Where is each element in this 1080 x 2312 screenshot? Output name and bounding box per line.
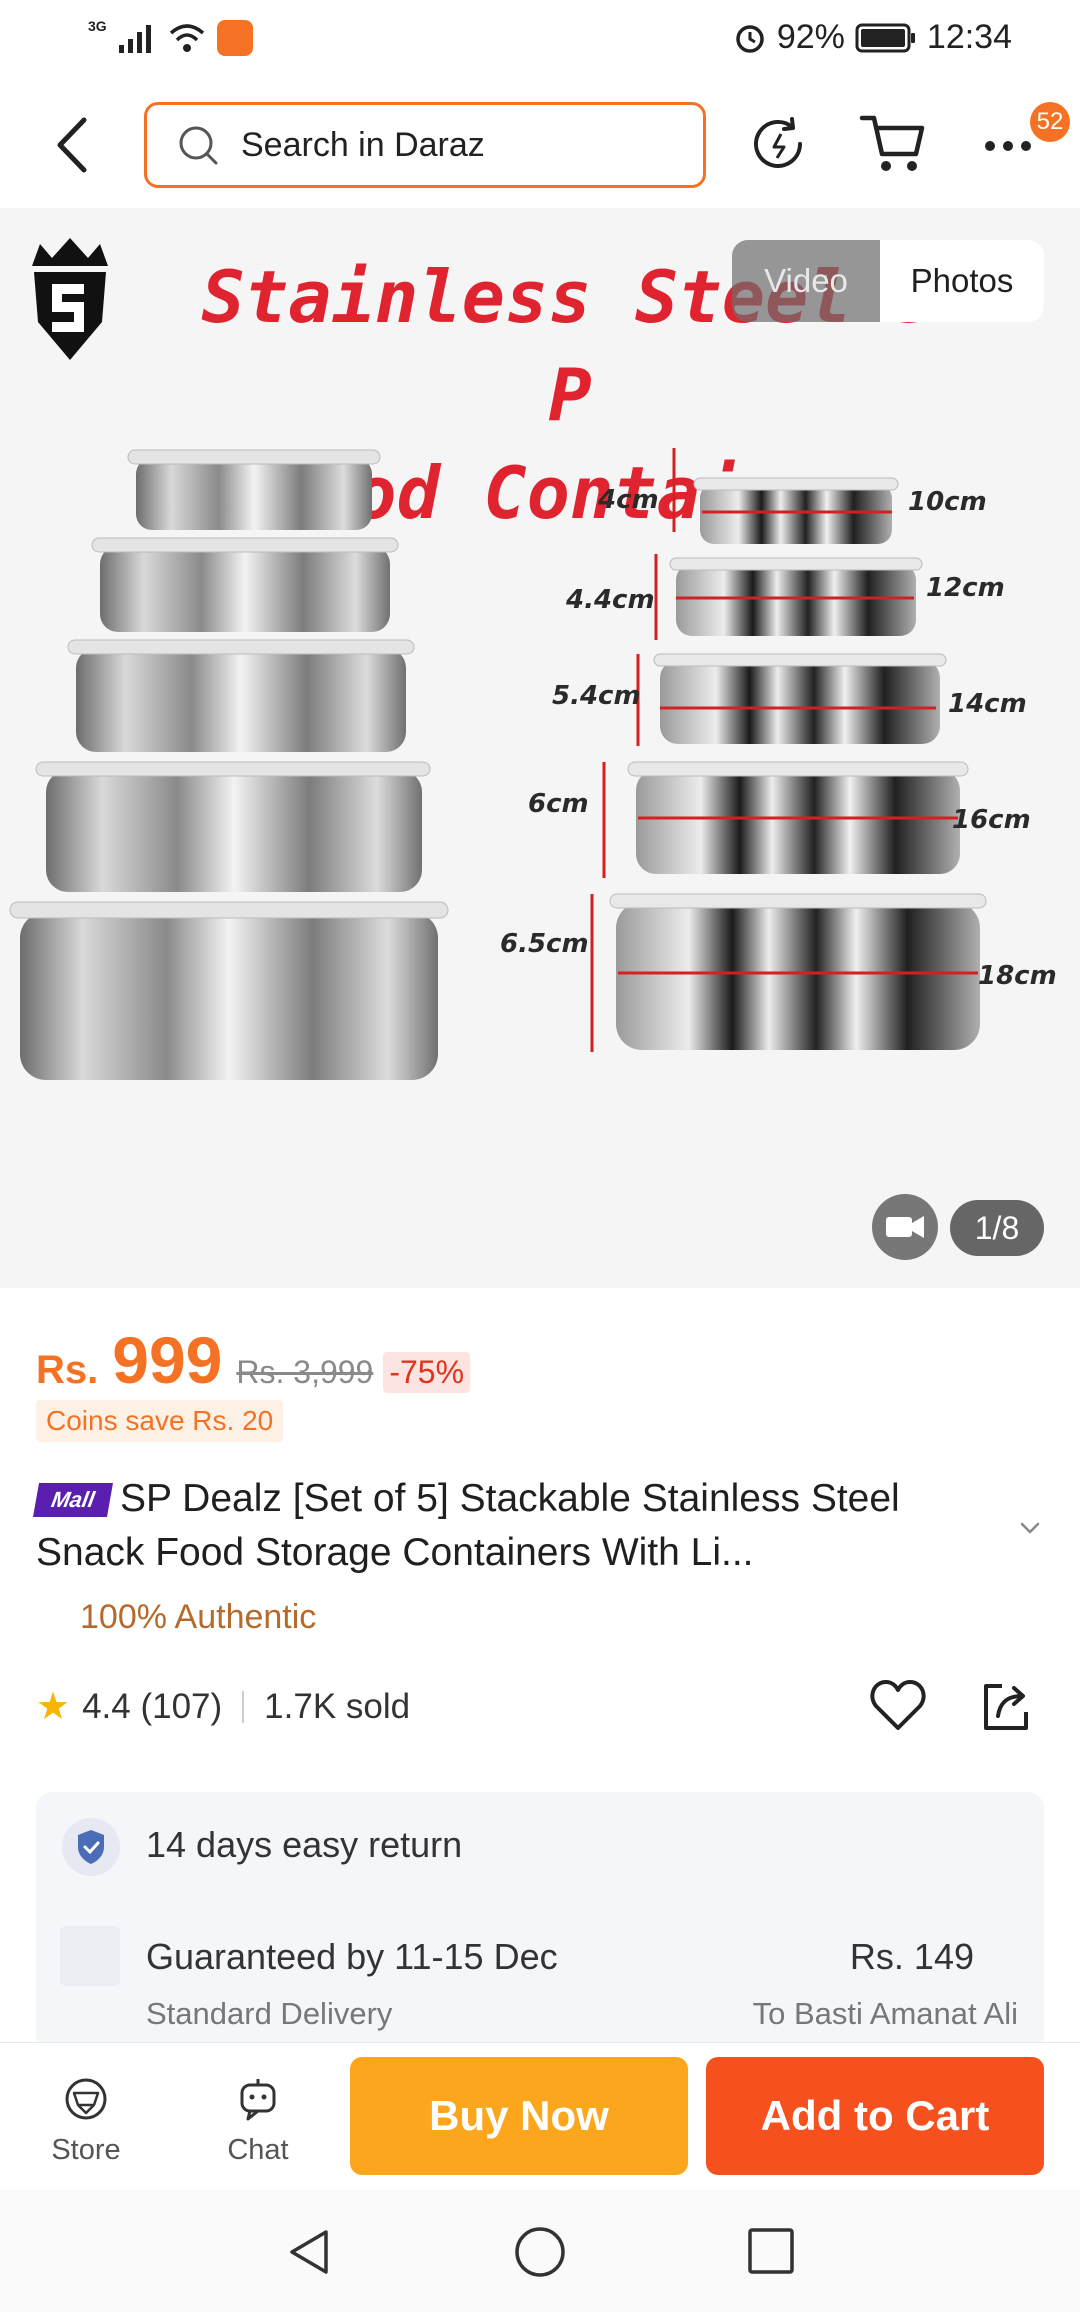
rating-value: 4.4 (107)	[82, 1686, 223, 1726]
clock: 12:34	[926, 18, 1012, 56]
signal-icon	[118, 25, 151, 53]
height-label-1: 4cm	[597, 485, 659, 515]
chat-bot-icon	[240, 2079, 276, 2121]
diameter-label-1: 10cm	[908, 487, 987, 517]
delivery-location: To Basti Amanat Ali	[752, 1996, 1018, 2031]
cart-icon	[859, 115, 925, 171]
video-button[interactable]	[872, 1194, 938, 1260]
daraz-notification-icon	[216, 20, 253, 56]
sp-logo	[22, 236, 118, 366]
tab-video[interactable]: Video	[732, 240, 880, 322]
delivery-icon	[60, 1926, 120, 1986]
diameter-label-5: 18cm	[978, 961, 1057, 991]
product-gallery[interactable]: Stainless Steel 5 P Food Container Video…	[0, 208, 1080, 1288]
share-button[interactable]	[976, 1676, 1036, 1736]
shield-check-icon	[62, 1818, 120, 1876]
chat-label: Chat	[227, 2134, 289, 2166]
left-container-stack	[9, 449, 449, 1080]
status-right: 92% 12:34	[733, 18, 1012, 57]
status-left: 3G	[88, 18, 253, 56]
battery-percent: 92%	[776, 18, 845, 56]
authentic-tag: 100% Authentic	[80, 1598, 317, 1636]
wishlist-button[interactable]	[868, 1676, 928, 1736]
coins-tag: Coins save Rs. 20	[36, 1400, 284, 1442]
store-label: Store	[51, 2134, 121, 2166]
history-icon	[754, 117, 802, 168]
store-button[interactable]: Store	[26, 2075, 146, 2175]
top-header: Search in Daraz 52	[0, 80, 1080, 208]
expand-title-button[interactable]	[1012, 1510, 1048, 1546]
return-policy: 14 days easy return	[146, 1824, 463, 1865]
network-type: 3G	[88, 18, 107, 34]
product-image: 4cm 4.4cm 5.4cm 6cm 6.5cm 10cm 12cm 14cm…	[9, 448, 1057, 1080]
system-nav-bar	[0, 2190, 1080, 2312]
chat-button[interactable]: Chat	[198, 2075, 318, 2175]
separator	[242, 1690, 245, 1723]
cart-button[interactable]	[858, 110, 928, 176]
delivery-type: Standard Delivery	[146, 1996, 393, 2031]
media-toggle: Video Photos	[732, 240, 1044, 322]
back-arrow-icon	[57, 117, 87, 173]
wifi-icon	[169, 24, 204, 52]
triangle-back-icon	[290, 2230, 328, 2274]
nav-recents-button[interactable]	[744, 2224, 798, 2278]
current-price: 999	[112, 1323, 223, 1397]
original-price: Rs. 3,999	[236, 1354, 374, 1390]
search-input[interactable]: Search in Daraz	[144, 102, 706, 188]
price-row: Rs. 999 Rs. 3,999 -75%	[36, 1322, 471, 1398]
height-label-3: 5.4cm	[552, 681, 641, 711]
square-recents-icon	[748, 2228, 794, 2274]
chevron-down-icon	[1020, 1522, 1040, 1534]
back-button[interactable]	[46, 110, 106, 180]
history-button[interactable]	[748, 114, 808, 174]
star-icon: ★	[36, 1686, 71, 1728]
height-label-5: 6.5cm	[500, 929, 589, 959]
diameter-label-3: 14cm	[948, 689, 1027, 719]
status-bar: 3G 92% 12:34	[0, 0, 1080, 80]
product-title-text: SP Dealz [Set of 5] Stackable Stainless …	[36, 1477, 900, 1574]
sold-count: 1.7K sold	[264, 1686, 411, 1726]
delivery-guarantee: Guaranteed by 11-15 Dec	[146, 1936, 558, 1977]
video-camera-icon	[886, 1216, 924, 1238]
diameter-label-4: 16cm	[952, 805, 1031, 835]
shipping-price: Rs. 149	[849, 1936, 974, 1977]
tab-photos[interactable]: Photos	[880, 240, 1044, 322]
bottom-action-bar: Store Chat Buy Now Add to Cart	[0, 2042, 1080, 2190]
battery-icon	[855, 23, 915, 52]
circle-home-icon	[515, 2227, 565, 2277]
rating-row[interactable]: ★ 4.4 (107) 1.7K sold	[36, 1684, 410, 1729]
buy-now-button[interactable]: Buy Now	[350, 2057, 688, 2175]
service-card[interactable]: 14 days easy return Guaranteed by 11-15 …	[36, 1792, 1044, 2052]
product-title: Mall SP Dealz [Set of 5] Stackable Stainl…	[33, 1472, 1006, 1580]
nav-back-button[interactable]	[282, 2224, 338, 2280]
alarm-icon	[736, 24, 764, 53]
share-icon	[984, 1684, 1028, 1730]
currency: Rs.	[36, 1348, 99, 1392]
search-placeholder: Search in Daraz	[241, 125, 485, 164]
cart-count-badge: 52	[1030, 102, 1070, 142]
image-counter: 1/8	[950, 1200, 1044, 1256]
nav-home-button[interactable]	[510, 2222, 570, 2282]
store-icon	[65, 2078, 107, 2120]
search-icon	[179, 126, 218, 165]
diameter-label-2: 12cm	[926, 573, 1005, 603]
add-to-cart-button[interactable]: Add to Cart	[706, 2057, 1044, 2175]
discount-badge: -75%	[383, 1352, 471, 1393]
height-label-4: 6cm	[528, 789, 589, 819]
height-label-2: 4.4cm	[565, 585, 655, 615]
mall-badge: Mall	[33, 1483, 113, 1517]
heart-icon	[870, 1680, 926, 1730]
right-container-stack	[609, 477, 987, 1050]
